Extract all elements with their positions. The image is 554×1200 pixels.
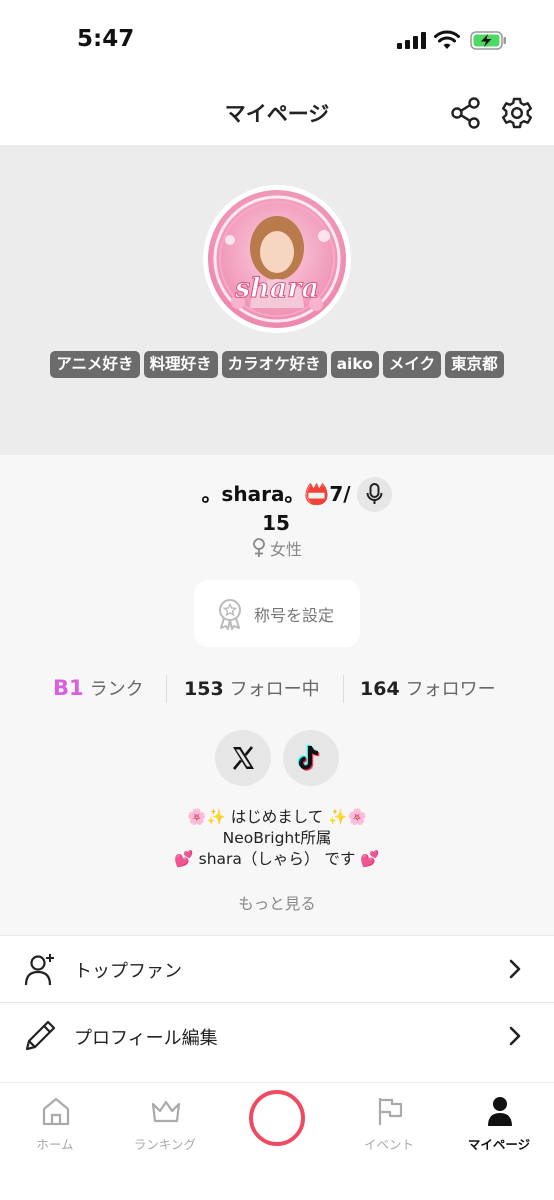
avatar[interactable]: shara <box>203 185 351 333</box>
tab-ranking[interactable]: ランキング <box>110 1083 220 1163</box>
divider <box>166 675 167 703</box>
tab-event[interactable]: イベント <box>334 1083 444 1163</box>
profile-hero: shara アニメ好き 料理好き カラオケ好き aiko メイク 東京都 <box>0 145 554 455</box>
bio-line: 💕 shara（しゃら） です 💕 <box>174 850 380 868</box>
profile-section: 。shara。📛7/15 女性 称号を設定 B1 ランク 153 フォロー中 1… <box>0 455 554 935</box>
set-title-label: 称号を設定 <box>254 606 335 625</box>
bio: 🌸✨ はじめまして ✨🌸 NeoBright所属 💕 shara（しゃら） です… <box>0 807 554 870</box>
avatar-text: shara <box>234 273 319 304</box>
following-stat[interactable]: 153 フォロー中 <box>184 675 320 701</box>
tag[interactable]: 東京都 <box>445 351 504 378</box>
tab-label: ランキング <box>133 1137 197 1152</box>
tab-bar: ホーム ランキング イベント マイページ <box>0 1082 554 1200</box>
divider <box>343 675 344 703</box>
rank-stat[interactable]: B1 ランク <box>53 675 144 701</box>
x-icon <box>232 746 254 770</box>
pencil-icon <box>25 1020 56 1051</box>
microphone-icon[interactable] <box>357 477 392 512</box>
menu-list: トップファン プロフィール編集 <box>0 935 554 1069</box>
header: マイページ <box>0 82 554 145</box>
x-link-button[interactable] <box>215 730 271 786</box>
medal-icon <box>219 599 241 630</box>
user-plus-icon <box>24 954 54 986</box>
gender: 女性 <box>0 536 554 560</box>
stats-row: B1 ランク 153 フォロー中 164 フォロワー <box>0 675 554 705</box>
followers-stat[interactable]: 164 フォロワー <box>360 675 496 701</box>
tab-mypage[interactable]: マイページ <box>444 1083 554 1163</box>
tiktok-link-button[interactable] <box>283 730 339 786</box>
home-icon <box>42 1097 70 1126</box>
share-icon[interactable] <box>449 96 483 130</box>
gender-label: 女性 <box>269 540 302 559</box>
tiktok-icon <box>297 744 320 771</box>
bio-line: 🌸✨ はじめまして ✨🌸 <box>187 808 367 826</box>
tab-home[interactable]: ホーム <box>0 1083 110 1163</box>
battery-charging-icon <box>470 31 506 50</box>
rank-value: B1 <box>53 676 84 700</box>
record-button[interactable] <box>249 1090 305 1146</box>
avatar-image: shara <box>208 190 346 328</box>
menu-label: トップファン <box>74 961 182 982</box>
status-bar: 5:47 <box>0 0 554 82</box>
set-title-button[interactable]: 称号を設定 <box>194 580 360 647</box>
menu-label: プロフィール編集 <box>74 1028 218 1049</box>
bio-line: NeoBright所属 <box>222 829 332 847</box>
flag-icon <box>378 1098 403 1125</box>
followers-count: 164 <box>360 678 400 700</box>
tab-label: ホーム <box>36 1137 74 1152</box>
gear-icon[interactable] <box>500 96 534 130</box>
tab-label: マイページ <box>467 1137 531 1152</box>
followers-label: フォロワー <box>405 679 496 700</box>
menu-item-edit-profile[interactable]: プロフィール編集 <box>0 1002 554 1069</box>
menu-item-top-fans[interactable]: トップファン <box>0 935 554 1002</box>
wifi-icon <box>434 30 460 49</box>
tag[interactable]: アニメ好き <box>50 351 140 378</box>
show-more-link[interactable]: もっと見る <box>0 892 554 914</box>
tag[interactable]: 料理好き <box>143 351 218 378</box>
following-count: 153 <box>184 678 224 700</box>
following-label: フォロー中 <box>229 679 320 700</box>
user-icon <box>488 1097 512 1126</box>
username: 。shara。📛7/15 <box>201 482 351 535</box>
status-time: 5:47 <box>77 26 135 52</box>
tag[interactable]: aiko <box>330 351 379 378</box>
interest-tags: アニメ好き 料理好き カラオケ好き aiko メイク 東京都 <box>0 351 554 378</box>
rank-label: ランク <box>89 679 144 700</box>
cellular-signal-icon <box>397 32 427 49</box>
chevron-right-icon <box>509 959 521 979</box>
tag[interactable]: カラオケ好き <box>221 351 327 378</box>
chevron-right-icon <box>509 1026 521 1046</box>
tab-label: イベント <box>363 1137 414 1152</box>
tag[interactable]: メイク <box>382 351 442 378</box>
crown-icon <box>151 1100 181 1123</box>
female-icon <box>253 538 265 557</box>
